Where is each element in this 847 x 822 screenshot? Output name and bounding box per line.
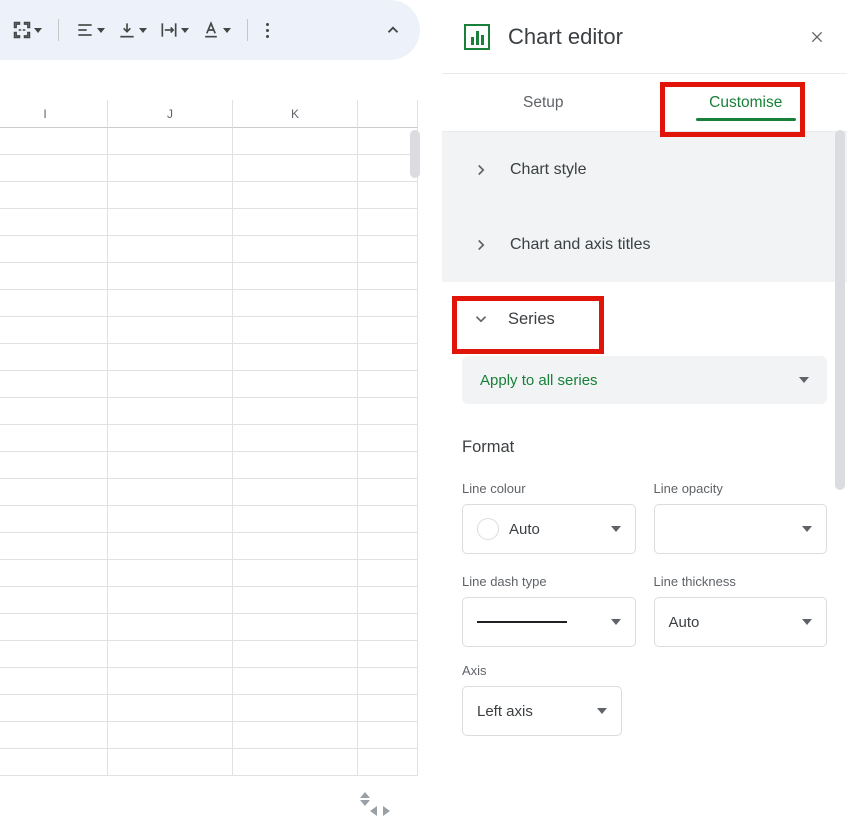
section-label: Chart and axis titles bbox=[510, 236, 651, 254]
column-header[interactable]: I bbox=[0, 100, 108, 128]
dropdown-caret-icon bbox=[139, 28, 147, 33]
colour-swatch-icon bbox=[477, 518, 499, 540]
tab-customise[interactable]: Customise bbox=[645, 74, 847, 131]
line-colour-select[interactable]: Auto bbox=[462, 504, 636, 554]
tab-setup[interactable]: Setup bbox=[442, 74, 645, 131]
section-chart-axis-titles[interactable]: Chart and axis titles bbox=[442, 207, 847, 282]
sidebar-scrollbar[interactable] bbox=[835, 130, 845, 490]
chevron-right-icon bbox=[472, 161, 490, 179]
select-value: Auto bbox=[669, 614, 700, 631]
scroll-up-icon[interactable] bbox=[360, 792, 370, 798]
line-dash-label: Line dash type bbox=[462, 574, 636, 589]
text-rotation-button[interactable] bbox=[197, 12, 235, 48]
line-opacity-label: Line opacity bbox=[654, 481, 828, 496]
panel-title: Chart editor bbox=[508, 24, 791, 50]
section-label: Series bbox=[508, 310, 555, 329]
toolbar-separator bbox=[247, 19, 248, 41]
dropdown-caret-icon bbox=[597, 708, 607, 714]
panel-tabs: Setup Customise bbox=[442, 74, 847, 132]
section-label: Chart style bbox=[510, 161, 586, 179]
dropdown-caret-icon bbox=[611, 526, 621, 532]
chevron-right-icon bbox=[472, 236, 490, 254]
line-thickness-label: Line thickness bbox=[654, 574, 828, 589]
dropdown-caret-icon bbox=[802, 526, 812, 532]
toolbar-separator bbox=[58, 19, 59, 41]
section-chart-style[interactable]: Chart style bbox=[442, 132, 847, 207]
more-options-button[interactable] bbox=[260, 12, 275, 48]
column-header[interactable]: J bbox=[108, 100, 233, 128]
collapsed-sections: Chart style Chart and axis titles bbox=[442, 132, 847, 282]
axis-select[interactable]: Left axis bbox=[462, 686, 622, 736]
chart-editor-panel: Chart editor Setup Customise Chart style… bbox=[441, 0, 847, 822]
close-button[interactable] bbox=[809, 29, 825, 45]
dropdown-caret-icon bbox=[802, 619, 812, 625]
merge-cells-button[interactable] bbox=[8, 12, 46, 48]
chevron-down-icon bbox=[472, 310, 490, 328]
select-value: Left axis bbox=[477, 703, 533, 720]
scroll-down-icon[interactable] bbox=[360, 800, 370, 806]
sheet-nav-arrows[interactable] bbox=[357, 791, 373, 807]
formatting-toolbar bbox=[0, 0, 420, 60]
vertical-scrollbar[interactable] bbox=[410, 130, 420, 178]
column-header[interactable] bbox=[358, 100, 418, 128]
solid-line-icon bbox=[477, 621, 567, 623]
select-value: Apply to all series bbox=[480, 372, 598, 389]
panel-header: Chart editor bbox=[442, 0, 847, 74]
scroll-right-icon[interactable] bbox=[383, 806, 390, 816]
text-wrap-button[interactable] bbox=[155, 12, 193, 48]
select-value: Auto bbox=[509, 521, 540, 538]
axis-label: Axis bbox=[462, 663, 622, 678]
line-colour-label: Line colour bbox=[462, 481, 636, 496]
apply-to-series-select[interactable]: Apply to all series bbox=[462, 356, 827, 404]
scroll-left-icon[interactable] bbox=[370, 806, 377, 816]
dropdown-caret-icon bbox=[611, 619, 621, 625]
column-header[interactable]: K bbox=[233, 100, 358, 128]
line-dash-select[interactable] bbox=[462, 597, 636, 647]
dropdown-caret-icon bbox=[223, 28, 231, 33]
dropdown-caret-icon bbox=[799, 377, 809, 383]
collapse-toolbar-button[interactable] bbox=[384, 0, 402, 60]
format-heading: Format bbox=[462, 438, 827, 457]
chart-icon bbox=[464, 24, 490, 50]
line-thickness-select[interactable]: Auto bbox=[654, 597, 828, 647]
vertical-align-button[interactable] bbox=[113, 12, 151, 48]
section-series: Series Apply to all series Format Line c… bbox=[442, 282, 847, 766]
grid-rows bbox=[0, 128, 420, 776]
dropdown-caret-icon bbox=[34, 28, 42, 33]
line-opacity-select[interactable] bbox=[654, 504, 828, 554]
dropdown-caret-icon bbox=[97, 28, 105, 33]
series-header[interactable]: Series bbox=[442, 282, 847, 356]
dropdown-caret-icon bbox=[181, 28, 189, 33]
horizontal-scroll-arrows[interactable] bbox=[370, 806, 390, 816]
spreadsheet-grid[interactable]: I J K bbox=[0, 100, 420, 776]
horizontal-align-button[interactable] bbox=[71, 12, 109, 48]
column-headers: I J K bbox=[0, 100, 420, 128]
